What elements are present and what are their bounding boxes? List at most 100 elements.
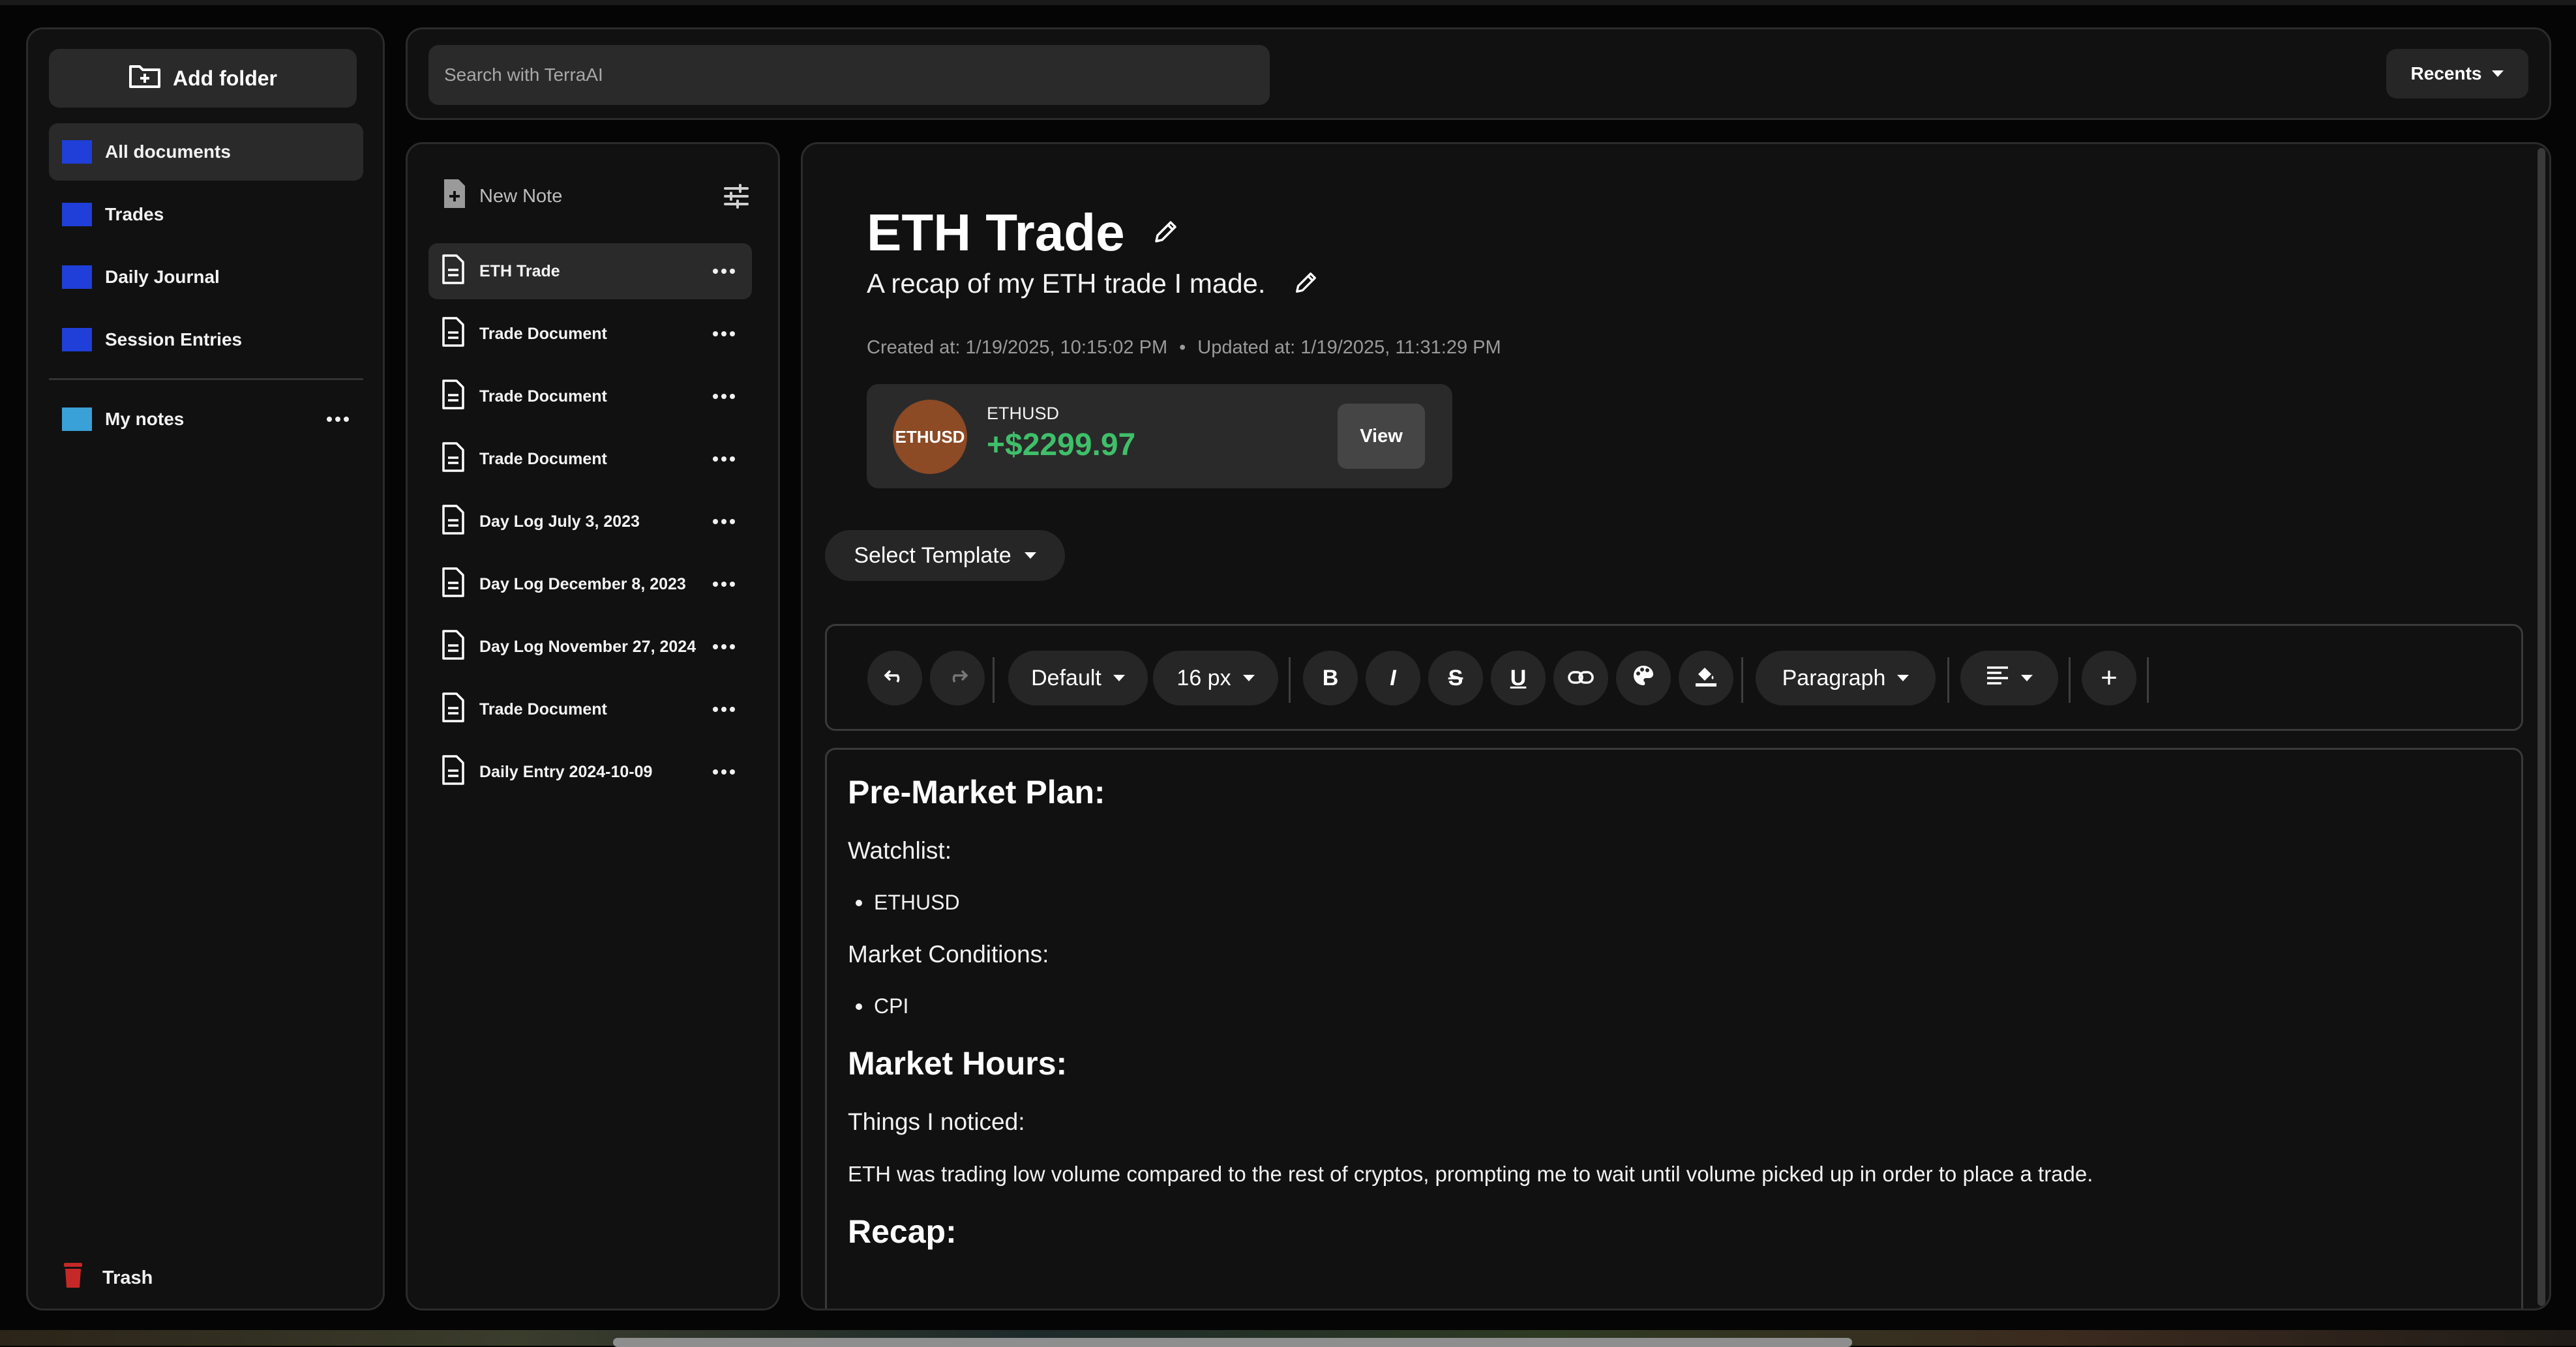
pencil-icon[interactable] <box>1152 218 1180 248</box>
note-title: Day Log December 8, 2023 <box>479 574 686 593</box>
add-folder-label: Add folder <box>173 66 277 90</box>
note-list-item[interactable]: Daily Entry 2024-10-09 <box>428 744 752 800</box>
bold-button[interactable]: B <box>1303 651 1358 705</box>
bold-icon: B <box>1322 665 1339 690</box>
italic-button[interactable]: I <box>1366 651 1420 705</box>
alignment-dropdown[interactable] <box>1960 651 2058 705</box>
document-icon <box>442 567 465 602</box>
note-title: Trade Document <box>479 700 607 718</box>
recents-label: Recents <box>2410 63 2482 83</box>
toolbar-separator <box>1947 657 1949 703</box>
sidebar-item-label: Session Entries <box>105 329 243 349</box>
search-input[interactable] <box>428 45 1270 105</box>
note-title: Day Log November 27, 2024 <box>479 637 696 656</box>
more-options-icon[interactable] <box>327 417 349 422</box>
note-title: Trade Document <box>479 387 607 406</box>
heading: Pre-Market Plan: <box>848 774 1105 810</box>
note-list-item[interactable]: Trade Document <box>428 306 752 362</box>
note-list-item[interactable]: Trade Document <box>428 681 752 737</box>
heading: Recap: <box>848 1213 957 1250</box>
new-note-label: New Note <box>479 185 563 207</box>
meta-separator: • <box>1179 337 1186 358</box>
note-editor: ETH Trade A recap of my ETH trade I made… <box>801 142 2551 1310</box>
window-top-edge <box>0 0 2576 5</box>
note-list-item[interactable]: Day Log July 3, 2023 <box>428 494 752 550</box>
sidebar-item-session-entries[interactable]: Session Entries <box>49 311 363 368</box>
list-item: ETHUSD <box>848 891 2521 915</box>
created-at: Created at: 1/19/2025, 10:15:02 PM <box>867 337 1168 358</box>
trade-symbol: ETHUSD <box>987 404 1060 423</box>
sidebar-item-all-documents[interactable]: All documents <box>49 123 363 181</box>
sidebar-item-trash[interactable]: Trash <box>62 1262 153 1294</box>
folder-plus-icon <box>128 63 161 94</box>
trade-card: ETHUSD ETHUSD +$2299.97 View <box>867 384 1452 488</box>
more-options-icon[interactable] <box>713 519 735 524</box>
folder-sidebar: Add folder All documents Trades Daily Jo… <box>26 27 385 1310</box>
recents-dropdown[interactable]: Recents <box>2386 49 2528 98</box>
more-options-icon[interactable] <box>713 331 735 336</box>
sidebar-item-daily-journal[interactable]: Daily Journal <box>49 248 363 306</box>
document-icon <box>442 504 465 539</box>
note-list-item[interactable]: Day Log December 8, 2023 <box>428 556 752 612</box>
highlight-color-button[interactable] <box>1679 651 1733 705</box>
block-type-value: Paragraph <box>1782 665 1886 690</box>
toolbar-separator <box>1289 657 1291 703</box>
undo-button[interactable] <box>867 651 922 705</box>
list-item: CPI <box>848 994 2521 1018</box>
palette-icon <box>1632 664 1655 692</box>
filter-icon[interactable] <box>723 183 749 213</box>
sidebar-item-label: Trades <box>105 204 164 224</box>
folder-icon <box>62 265 92 289</box>
trade-symbol-badge: ETHUSD <box>893 400 967 474</box>
editor-scrollbar[interactable] <box>2538 148 2545 1306</box>
note-list-item[interactable]: Day Log November 27, 2024 <box>428 619 752 675</box>
note-list-item[interactable]: Trade Document <box>428 368 752 424</box>
note-subtitle: A recap of my ETH trade I made. <box>867 268 1266 299</box>
underline-button[interactable]: U <box>1491 651 1546 705</box>
fill-bucket-icon <box>1694 664 1718 693</box>
redo-button[interactable] <box>930 651 985 705</box>
note-list-item[interactable]: ETH Trade <box>428 243 752 299</box>
editor-content[interactable]: Pre-Market Plan: Watchlist: ETHUSD Marke… <box>825 748 2523 1309</box>
chevron-down-icon <box>2492 70 2504 77</box>
more-options-icon[interactable] <box>713 269 735 274</box>
toolbar-separator <box>1741 657 1743 703</box>
pencil-icon[interactable] <box>1293 269 1319 299</box>
note-title: Daily Entry 2024-10-09 <box>479 762 653 781</box>
sidebar-item-my-notes[interactable]: My notes <box>49 391 363 448</box>
note-list-panel: New Note ETH Trade Trade Document Trade … <box>406 142 780 1310</box>
chevron-down-icon <box>1242 675 1255 681</box>
note-list-item[interactable]: Trade Document <box>428 431 752 487</box>
text-color-button[interactable] <box>1616 651 1671 705</box>
more-options-icon[interactable] <box>713 769 735 775</box>
add-folder-button[interactable]: Add folder <box>49 49 357 108</box>
strikethrough-button[interactable]: S <box>1428 651 1483 705</box>
document-icon <box>442 316 465 351</box>
note-title: Trade Document <box>479 324 607 343</box>
more-options-icon[interactable] <box>713 707 735 712</box>
file-plus-icon <box>442 178 468 215</box>
link-button[interactable] <box>1553 651 1608 705</box>
more-options-icon[interactable] <box>713 394 735 399</box>
sidebar-item-trades[interactable]: Trades <box>49 186 363 243</box>
block-type-dropdown[interactable]: Paragraph <box>1756 651 1936 705</box>
toolbar-separator <box>2147 657 2149 703</box>
document-icon <box>442 254 465 289</box>
font-family-dropdown[interactable]: Default <box>1008 651 1148 705</box>
paragraph: ETH was trading low volume compared to t… <box>848 1162 2093 1186</box>
view-trade-button[interactable]: View <box>1338 404 1425 469</box>
select-template-dropdown[interactable]: Select Template <box>825 530 1065 581</box>
chevron-down-icon <box>1113 675 1125 681</box>
font-size-dropdown[interactable]: 16 px <box>1153 651 1278 705</box>
note-metadata: Created at: 1/19/2025, 10:15:02 PM • Upd… <box>867 337 1501 359</box>
new-note-button[interactable]: New Note <box>442 178 562 215</box>
more-options-icon[interactable] <box>713 582 735 587</box>
underline-icon: U <box>1510 665 1527 690</box>
strikethrough-icon: S <box>1448 665 1463 690</box>
more-options-icon[interactable] <box>713 644 735 649</box>
insert-button[interactable]: + <box>2082 651 2136 705</box>
note-title: Trade Document <box>479 449 607 468</box>
more-options-icon[interactable] <box>713 456 735 462</box>
document-icon <box>442 754 465 790</box>
italic-icon: I <box>1390 665 1396 690</box>
